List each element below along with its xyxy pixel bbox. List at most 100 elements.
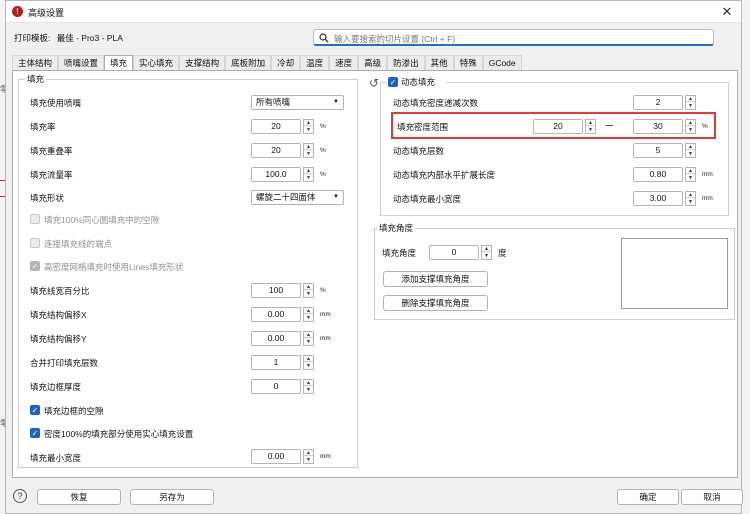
tab-speed[interactable]: 速度 xyxy=(329,55,359,70)
tab-other[interactable]: 其他 xyxy=(424,55,454,70)
close-icon[interactable]: ✕ xyxy=(717,2,737,22)
infill-pattern-select[interactable]: 螺旋二十四面体 ▼ xyxy=(251,190,344,205)
offset-y-value[interactable]: 0.00 xyxy=(251,331,301,346)
infill-rate-label: 填充率 xyxy=(30,122,56,132)
solid-100-checkbox[interactable]: ✓ xyxy=(30,428,40,438)
tab-solid-infill[interactable]: 实心填充 xyxy=(133,55,180,70)
infill-angle-list[interactable] xyxy=(621,238,728,309)
spin-up-icon[interactable]: ▲ xyxy=(686,192,695,198)
spin-down-icon[interactable]: ▼ xyxy=(304,315,313,321)
infill-rate-value[interactable]: 20 xyxy=(251,119,301,134)
search-icon xyxy=(319,33,329,43)
line-width-value[interactable]: 100 xyxy=(251,283,301,298)
spin-down-icon[interactable]: ▼ xyxy=(304,151,313,157)
spin-up-icon[interactable]: ▲ xyxy=(686,144,695,150)
restore-button[interactable]: 恢复 xyxy=(37,489,121,505)
tab-advanced[interactable]: 高级 xyxy=(358,55,388,70)
concentric-gap-checkbox[interactable] xyxy=(30,214,40,224)
spin-up-icon[interactable]: ▲ xyxy=(686,168,695,174)
dense-grid-lines-label: 高密度网格填充时使用Lines填充形状 xyxy=(44,262,184,272)
infill-flow-value[interactable]: 100.0 xyxy=(251,167,301,182)
infill-angle-label: 填充角度 xyxy=(382,248,417,258)
infill-angle-unit: 度 xyxy=(498,248,507,258)
spin-up-icon[interactable]: ▲ xyxy=(304,380,313,386)
infill-extruder-select[interactable]: 所有喷嘴 ▼ xyxy=(251,95,344,110)
tab-special[interactable]: 特殊 xyxy=(453,55,483,70)
spin-down-icon[interactable]: ▼ xyxy=(686,103,695,109)
dynamic-layers-value[interactable]: 5 xyxy=(633,143,683,158)
spin-up-icon[interactable]: ▲ xyxy=(304,450,313,456)
merge-layers-value[interactable]: 1 xyxy=(251,355,301,370)
decrease-steps-value[interactable]: 2 xyxy=(633,95,683,110)
infill-angle-value[interactable]: 0 xyxy=(429,245,479,260)
printer-profile-value: 最佳 - Pro3 - PLA xyxy=(56,33,123,43)
infill-rate-unit: % xyxy=(320,123,326,130)
tab-platform-additions[interactable]: 底板附加 xyxy=(225,55,272,70)
connect-lines-checkbox[interactable] xyxy=(30,238,40,248)
spin-down-icon[interactable]: ▼ xyxy=(304,387,313,393)
printer-profile: 打印模板: 最佳 - Pro3 - PLA xyxy=(14,32,123,44)
fill-gaps-checkbox[interactable]: ✓ xyxy=(30,405,40,415)
spin-up-icon[interactable]: ▲ xyxy=(304,356,313,362)
spin-up-icon[interactable]: ▲ xyxy=(686,96,695,102)
spin-down-icon[interactable]: ▼ xyxy=(304,291,313,297)
spin-down-icon[interactable]: ▼ xyxy=(686,199,695,205)
tab-gcode[interactable]: GCode xyxy=(482,55,522,70)
infill-extruder-label: 填充使用喷嘴 xyxy=(30,98,82,108)
infill-group-title: 填充 xyxy=(25,73,47,85)
offset-x-value[interactable]: 0.00 xyxy=(251,307,301,322)
offset-y-label: 填充结构偏移Y xyxy=(30,334,87,344)
tab-nozzle[interactable]: 喷嘴设置 xyxy=(58,55,105,70)
dense-grid-lines-checkbox[interactable]: ✓ xyxy=(30,261,40,271)
spin-down-icon[interactable]: ▼ xyxy=(304,363,313,369)
spin-up-icon[interactable]: ▲ xyxy=(304,284,313,290)
reset-icon[interactable]: ↺ xyxy=(369,76,379,90)
min-length-unit: mm xyxy=(320,453,331,460)
expand-length-value[interactable]: 0.80 xyxy=(633,167,683,182)
dynamic-min-width-value[interactable]: 3.00 xyxy=(633,191,683,206)
tab-cooling[interactable]: 冷却 xyxy=(271,55,301,70)
infill-angle-group-title: 填充角度 xyxy=(377,222,416,234)
infill-overlap-unit: % xyxy=(320,147,326,154)
settings-tabs: 主体结构 喷嘴设置 填充 实心填充 支撑结构 底板附加 冷却 温度 速度 高级 … xyxy=(12,55,522,71)
spin-up-icon[interactable]: ▲ xyxy=(304,120,313,126)
density-range-highlight xyxy=(391,112,716,139)
spin-down-icon[interactable]: ▼ xyxy=(304,457,313,463)
dynamic-min-width-unit: mm xyxy=(702,195,713,202)
cancel-button[interactable]: 取消 xyxy=(681,489,743,505)
advanced-settings-dialog: ! 高级设置 ✕ 打印模板: 最佳 - Pro3 - PLA 输入要搜索的切片设… xyxy=(5,0,743,514)
spin-down-icon[interactable]: ▼ xyxy=(304,175,313,181)
merge-layers-label: 合并打印填充层数 xyxy=(30,358,99,368)
tab-ooze[interactable]: 防渗出 xyxy=(387,55,425,70)
spin-down-icon[interactable]: ▼ xyxy=(686,151,695,157)
spin-down-icon[interactable]: ▼ xyxy=(304,339,313,345)
border-thickness-value[interactable]: 0 xyxy=(251,379,301,394)
spin-up-icon[interactable]: ▲ xyxy=(304,332,313,338)
infill-overlap-value[interactable]: 20 xyxy=(251,143,301,158)
add-angle-button[interactable]: 添加支撑填充角度 xyxy=(383,271,488,287)
help-icon[interactable]: ? xyxy=(13,489,27,503)
settings-search-input[interactable]: 输入要搜索的切片设置 (Ctrl + F) xyxy=(313,29,714,46)
spin-down-icon[interactable]: ▼ xyxy=(304,127,313,133)
spin-up-icon[interactable]: ▲ xyxy=(304,308,313,314)
dynamic-infill-checkbox[interactable]: ✓ xyxy=(388,77,398,87)
tab-main-structure[interactable]: 主体结构 xyxy=(12,55,59,70)
ok-button[interactable]: 确定 xyxy=(617,489,679,505)
chevron-down-icon: ▼ xyxy=(333,194,339,200)
spin-up-icon[interactable]: ▲ xyxy=(304,168,313,174)
tab-support[interactable]: 支撑结构 xyxy=(179,55,226,70)
remove-angle-button[interactable]: 删除支撑填充角度 xyxy=(383,295,488,311)
save-as-button[interactable]: 另存为 xyxy=(130,489,214,505)
offset-x-label: 填充结构偏移X xyxy=(30,310,87,320)
spin-up-icon[interactable]: ▲ xyxy=(482,246,491,252)
search-placeholder: 输入要搜索的切片设置 (Ctrl + F) xyxy=(334,34,456,44)
min-length-value[interactable]: 0.00 xyxy=(251,449,301,464)
spin-down-icon[interactable]: ▼ xyxy=(482,253,491,259)
spin-down-icon[interactable]: ▼ xyxy=(686,175,695,181)
tab-infill[interactable]: 填充 xyxy=(104,55,134,71)
infill-pattern-label: 填充形状 xyxy=(30,193,65,203)
infill-flow-label: 填充流量率 xyxy=(30,170,73,180)
solid-100-label: 密度100%的填充部分使用实心填充设置 xyxy=(44,429,194,439)
spin-up-icon[interactable]: ▲ xyxy=(304,144,313,150)
tab-temperature[interactable]: 温度 xyxy=(300,55,330,70)
